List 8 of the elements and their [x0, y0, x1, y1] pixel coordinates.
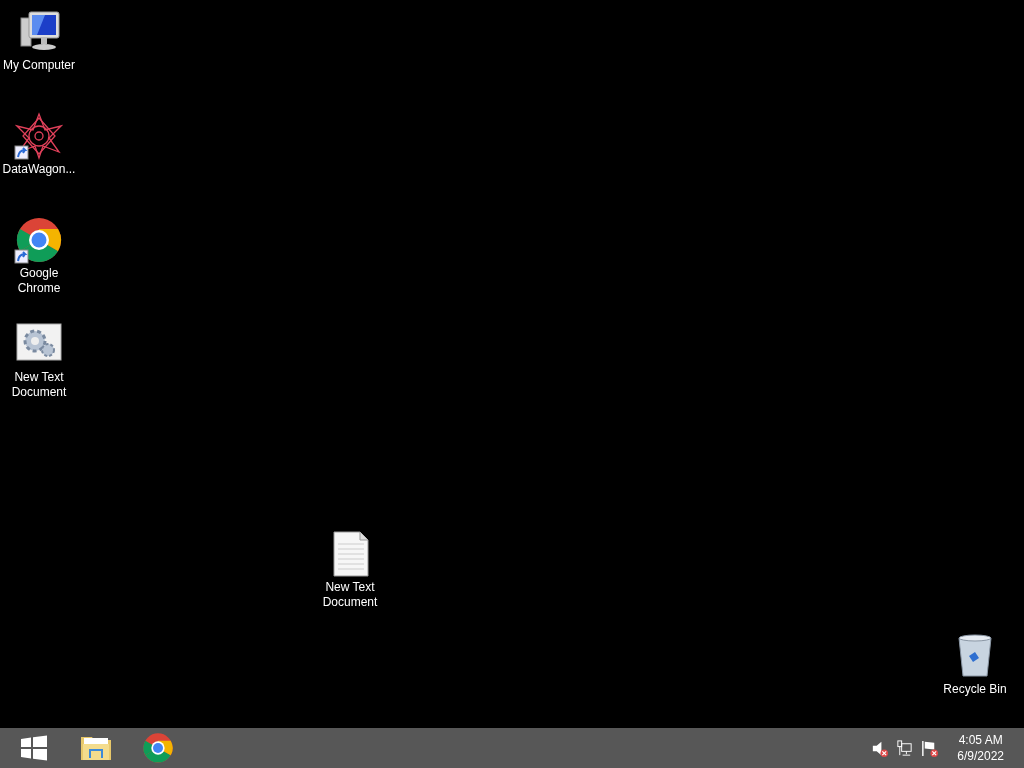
icon-label: New Text Document: [10, 370, 68, 400]
clock-date[interactable]: 6/9/2022: [957, 748, 1004, 764]
icon-label: My Computer: [3, 58, 75, 73]
icon-label: Recycle Bin: [943, 682, 1007, 697]
icon-label: Google Chrome: [16, 266, 62, 296]
clock-time[interactable]: 4:05 AM: [957, 732, 1004, 748]
icon-label: New Text Document: [321, 580, 379, 610]
icon-label: DataWagon...: [2, 162, 76, 177]
